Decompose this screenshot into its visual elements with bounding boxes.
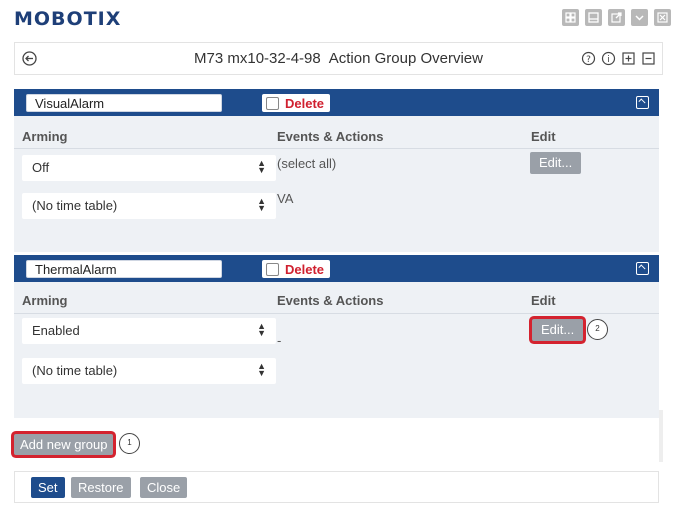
time-table-select[interactable]: (No time table) ▲ ▼ [22,193,276,219]
arming-select[interactable]: Enabled ▲ ▼ [22,318,276,344]
callout-badge-2: 2 [587,319,608,340]
arming-select[interactable]: Off ▲ ▼ [22,155,276,181]
close-window-icon[interactable] [654,9,671,26]
action-group-thermalalarm: ThermalAlarm Delete Arming Events & Acti… [14,255,659,418]
svg-text:?: ? [586,55,591,65]
arming-value: Enabled [32,323,80,338]
time-table-value: (No time table) [32,363,118,378]
delete-label: Delete [285,261,325,277]
select-arrow-icon: ▲ ▼ [257,158,266,175]
event-item: VA [277,191,294,206]
time-table-select[interactable]: (No time table) ▲ ▼ [22,358,276,384]
page-heading: Action Group Overview [328,50,483,67]
delete-checkbox[interactable] [266,96,279,110]
add-new-group-button[interactable]: Add new group [14,434,114,455]
grid-icon[interactable] [562,9,579,26]
events-column-header: Events & Actions [277,129,384,144]
dropdown-icon[interactable] [631,9,648,26]
set-button[interactable]: Set [31,477,65,498]
brand-logo: MOBOTIX [14,8,122,30]
events-column-header: Events & Actions [277,293,384,308]
divider [14,148,659,149]
top-toolbar [562,9,671,26]
event-item: (select all) [277,156,337,171]
event-item: - [277,333,282,348]
group-header: ThermalAlarm Delete [14,255,659,282]
svg-text:i: i [607,55,610,65]
edit-column-header: Edit [531,129,556,144]
info-icon[interactable]: i [601,51,616,66]
delete-label: Delete [285,95,325,111]
external-link-icon[interactable] [608,9,625,26]
arming-column-header: Arming [22,129,68,144]
scrollbar[interactable] [659,410,663,462]
title-bar: M73 mx10-32-4-98 Action Group Overview ? … [14,42,663,75]
edit-button[interactable]: Edit... [530,152,582,174]
group-name-input[interactable]: VisualAlarm [26,94,222,112]
camera-name: M73 mx10-32-4-98 [194,50,321,67]
arming-value: Off [32,160,50,175]
collapse-icon[interactable] [636,262,649,275]
arming-column-header: Arming [22,293,68,308]
delete-checkbox[interactable] [266,262,279,276]
restore-button[interactable]: Restore [71,477,131,498]
select-arrow-icon: ▲ ▼ [257,361,266,378]
callout-badge-1: 1 [119,433,140,454]
help-icon[interactable]: ? [581,51,596,66]
select-arrow-icon: ▲ ▼ [257,321,266,338]
delete-toggle[interactable]: Delete [262,260,331,278]
edit-button[interactable]: Edit... [532,319,584,341]
title-actions: ? i [581,51,656,66]
collapse-all-icon[interactable] [641,51,656,66]
delete-toggle[interactable]: Delete [262,94,331,112]
group-name-input[interactable]: ThermalAlarm [26,260,222,278]
action-group-visualalarm: VisualAlarm Delete Arming Events & Actio… [14,89,659,252]
window-icon[interactable] [585,9,602,26]
page-title: M73 mx10-32-4-98 Action Group Overview [15,50,662,67]
close-button[interactable]: Close [140,477,188,498]
collapse-icon[interactable] [636,96,649,109]
group-header: VisualAlarm Delete [14,89,659,116]
edit-column-header: Edit [531,293,556,308]
time-table-value: (No time table) [32,198,118,213]
footer-bar: Set Restore Close [14,471,659,503]
divider [14,313,659,314]
select-arrow-icon: ▲ ▼ [257,196,266,213]
expand-all-icon[interactable] [621,51,636,66]
